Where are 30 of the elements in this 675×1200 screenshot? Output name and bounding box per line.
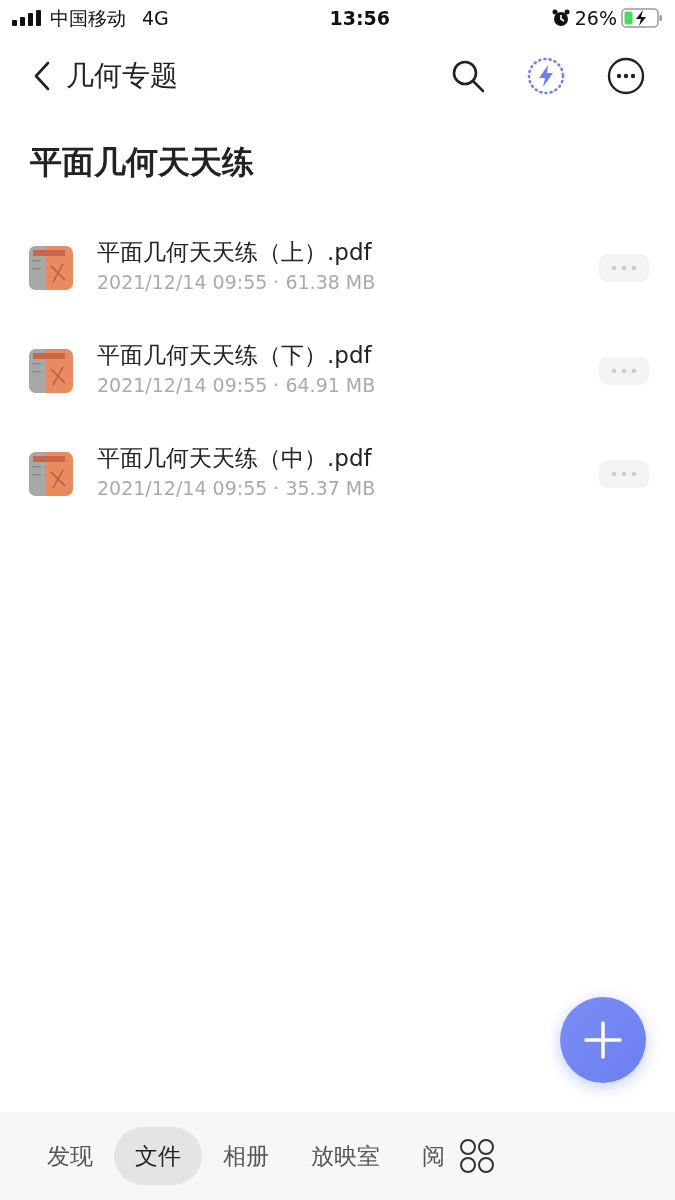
file-meta: 2021/12/14 09:55 · 64.91 MB (97, 373, 377, 399)
file-meta: 2021/12/14 09:55 · 35.37 MB (97, 476, 377, 502)
alarm-icon (550, 8, 571, 28)
network-type: 4G (142, 5, 169, 31)
add-button[interactable] (560, 997, 646, 1083)
back-icon[interactable] (34, 61, 50, 91)
file-name[interactable]: 平面几何天天练（下）.pdf (97, 341, 599, 372)
more-icon (611, 264, 637, 271)
more-icon[interactable] (607, 57, 645, 95)
tab[interactable]: 相册 (202, 1126, 290, 1186)
tab[interactable]: 放映室 (290, 1126, 401, 1186)
more-icon (611, 367, 637, 374)
clock-time: 13:56 (329, 5, 391, 31)
carrier-name: 中国移动 (50, 5, 126, 31)
apps-icon[interactable] (459, 1138, 495, 1174)
file-name[interactable]: 平面几何天天练（中）.pdf (97, 444, 599, 475)
search-icon[interactable] (451, 59, 485, 93)
tab[interactable]: 文件 (114, 1126, 202, 1186)
file-name[interactable]: 平面几何天天练（上）.pdf (97, 238, 599, 269)
plus-icon (584, 1021, 622, 1059)
tab[interactable]: 阅 (401, 1126, 451, 1186)
more-icon (611, 470, 637, 477)
folder-heading: 平面几何天天练 (29, 142, 255, 183)
file-meta: 2021/12/14 09:55 · 61.38 MB (97, 270, 377, 296)
page-title: 几何专题 (66, 58, 178, 94)
tab[interactable]: 发现 (26, 1126, 114, 1186)
battery-icon (621, 8, 663, 28)
battery-percent: 26% (574, 5, 617, 31)
signal-icon (12, 10, 42, 26)
lightning-icon[interactable] (527, 57, 565, 95)
